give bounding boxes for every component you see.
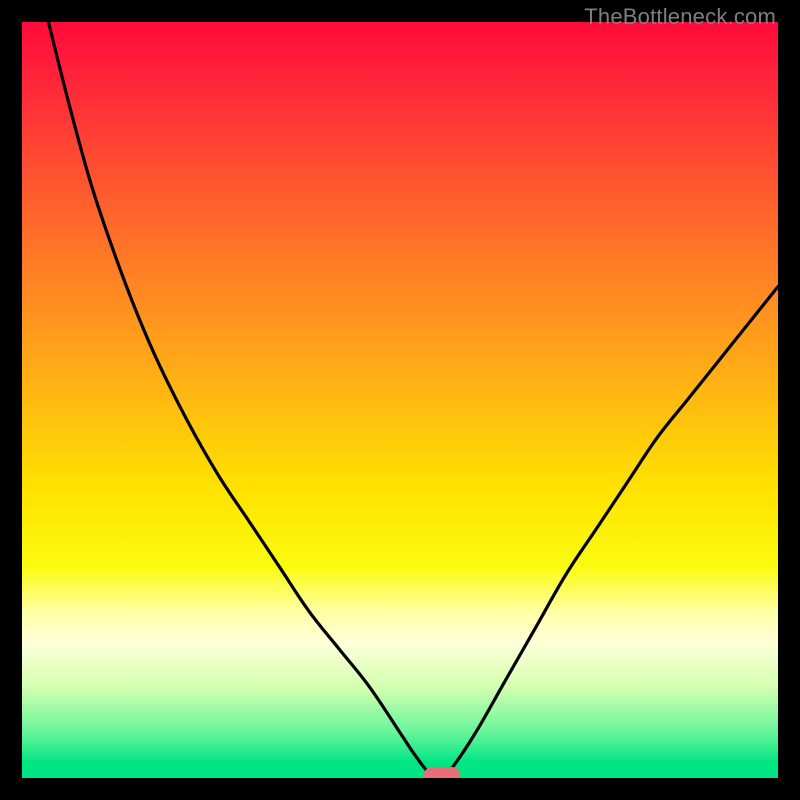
bottleneck-curve bbox=[22, 22, 778, 778]
chart-root: TheBottleneck.com bbox=[0, 0, 800, 800]
plot-area bbox=[22, 22, 778, 778]
curve-path bbox=[48, 22, 778, 778]
minimum-marker bbox=[424, 767, 460, 778]
attribution-watermark: TheBottleneck.com bbox=[584, 4, 776, 30]
